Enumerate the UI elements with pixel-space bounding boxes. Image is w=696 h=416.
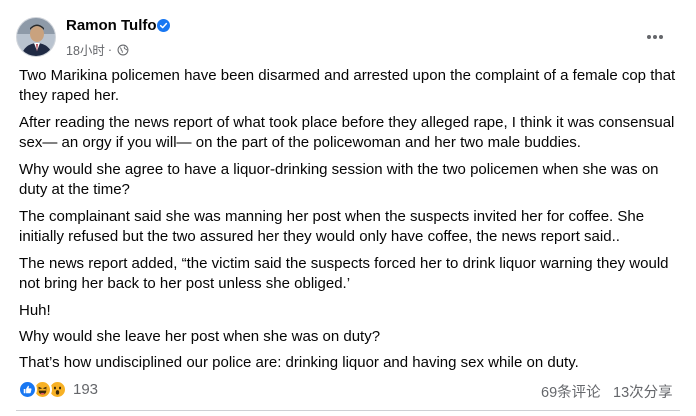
reactions-summary[interactable]: 193 <box>18 380 98 399</box>
author-name[interactable]: Ramon Tulfo <box>66 17 157 34</box>
meta-separator: · <box>107 42 113 57</box>
post-text: Two Marikina policemen have been disarme… <box>19 66 679 380</box>
post-paragraph: Why would she agree to have a liquor-dri… <box>19 161 659 198</box>
globe-icon[interactable] <box>117 44 129 56</box>
more-options-icon[interactable] <box>644 29 666 45</box>
comments-count-link[interactable]: 69条评论 <box>541 381 601 402</box>
like-icon <box>18 380 37 399</box>
shares-count-link[interactable]: 13次分享 <box>613 381 673 402</box>
post-paragraph: The news report added, “the victim said … <box>19 255 669 292</box>
post-timestamp[interactable]: 18小时 <box>66 40 105 59</box>
post-paragraph: That’s how undisciplined our police are:… <box>19 354 579 371</box>
post-paragraph: After reading the news report of what to… <box>19 114 675 151</box>
facebook-post: Ramon Tulfo 18小时 · Two Marikina policeme… <box>0 0 696 416</box>
post-meta: 18小时 · <box>66 40 129 59</box>
post-paragraph: The complainant said she was manning her… <box>19 208 645 245</box>
post-paragraph: Two Marikina policemen have been disarme… <box>19 67 676 104</box>
footer-divider <box>16 410 680 411</box>
post-paragraph: Huh! <box>19 302 51 319</box>
reaction-count[interactable]: 193 <box>73 381 98 398</box>
post-paragraph: Why would she leave her post when she wa… <box>19 328 381 345</box>
verified-badge-icon <box>157 19 170 32</box>
author-avatar[interactable] <box>16 17 56 57</box>
